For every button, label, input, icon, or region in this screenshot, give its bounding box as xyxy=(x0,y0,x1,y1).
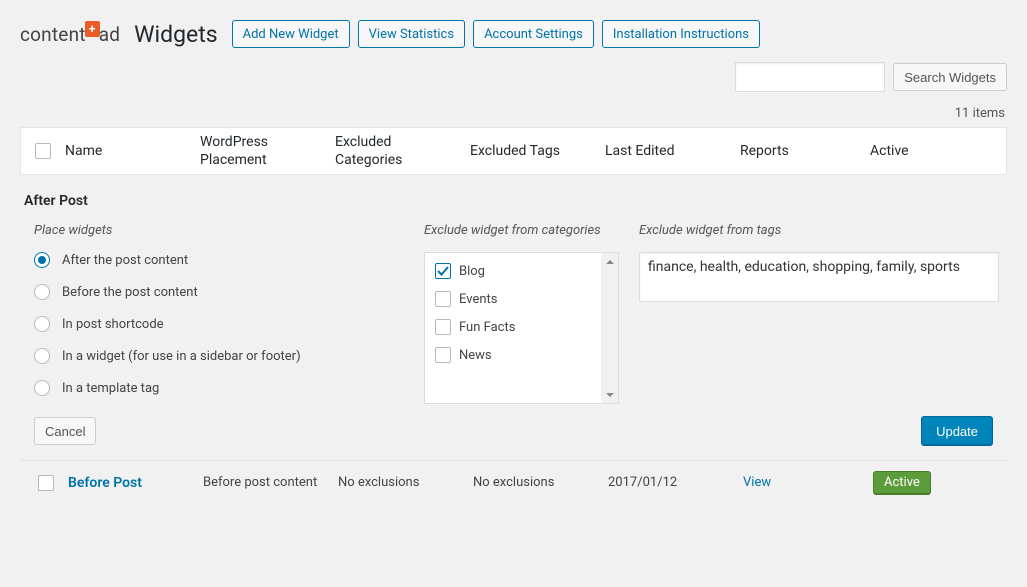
radio-icon xyxy=(34,252,50,268)
exclude-tags-label: Exclude widget from tags xyxy=(639,223,1003,238)
logo-badge-icon: + xyxy=(85,21,100,37)
column-name[interactable]: Name xyxy=(65,143,200,159)
category-item-blog[interactable]: Blog xyxy=(435,263,608,279)
checkbox-icon xyxy=(435,291,451,307)
radio-icon xyxy=(34,348,50,364)
column-placement[interactable]: WordPress Placement xyxy=(200,133,335,169)
scroll-down-icon[interactable] xyxy=(602,386,618,403)
checkbox-icon xyxy=(435,319,451,335)
row-last-edited: 2017/01/12 xyxy=(608,475,743,490)
table-row: Before Post Before post content No exclu… xyxy=(20,460,1007,504)
update-button[interactable]: Update xyxy=(921,416,993,446)
row-excluded-tags: No exclusions xyxy=(473,475,608,490)
placement-option-before[interactable]: Before the post content xyxy=(34,284,424,300)
column-active[interactable]: Active xyxy=(870,143,1006,159)
column-reports[interactable]: Reports xyxy=(740,143,870,159)
radio-icon xyxy=(34,316,50,332)
exclude-tags-input[interactable] xyxy=(639,252,999,302)
search-widgets-button[interactable]: Search Widgets xyxy=(893,63,1007,91)
category-item-funfacts[interactable]: Fun Facts xyxy=(435,319,608,335)
placement-option-shortcode[interactable]: In post shortcode xyxy=(34,316,424,332)
installation-instructions-button[interactable]: Installation Instructions xyxy=(602,20,760,48)
item-count: 11 items xyxy=(955,106,1005,121)
scrollbar[interactable] xyxy=(601,253,618,403)
column-excluded-categories[interactable]: Excluded Categories xyxy=(335,133,470,169)
row-select-checkbox[interactable] xyxy=(38,475,54,491)
page-title: Widgets xyxy=(134,21,217,48)
row-placement: Before post content xyxy=(203,475,338,490)
placement-option-after[interactable]: After the post content xyxy=(34,252,424,268)
cancel-button[interactable]: Cancel xyxy=(34,417,96,445)
logo-prefix: content xyxy=(20,23,86,46)
active-badge[interactable]: Active xyxy=(873,471,931,495)
row-name-link[interactable]: Before Post xyxy=(68,475,142,491)
column-last-edited[interactable]: Last Edited xyxy=(605,143,740,159)
add-new-widget-button[interactable]: Add New Widget xyxy=(232,20,350,48)
radio-icon xyxy=(34,380,50,396)
placement-option-widget[interactable]: In a widget (for use in a sidebar or foo… xyxy=(34,348,424,364)
scroll-up-icon[interactable] xyxy=(602,253,618,270)
place-widgets-label: Place widgets xyxy=(34,223,424,238)
checkbox-icon xyxy=(435,347,451,363)
category-item-events[interactable]: Events xyxy=(435,291,608,307)
categories-listbox[interactable]: Blog Events Fun Facts News xyxy=(424,252,619,404)
radio-icon xyxy=(34,284,50,300)
category-item-news[interactable]: News xyxy=(435,347,608,363)
expanded-widget-title: After Post xyxy=(0,175,1027,217)
row-view-link[interactable]: View xyxy=(743,475,771,490)
view-statistics-button[interactable]: View Statistics xyxy=(358,20,465,48)
row-excluded-categories: No exclusions xyxy=(338,475,473,490)
logo-suffix: ad xyxy=(99,23,120,46)
account-settings-button[interactable]: Account Settings xyxy=(473,20,594,48)
select-all-checkbox[interactable] xyxy=(35,143,51,159)
checkbox-icon xyxy=(435,263,451,279)
search-input[interactable] xyxy=(735,62,885,92)
exclude-categories-label: Exclude widget from categories xyxy=(424,223,619,238)
table-header-row: Name WordPress Placement Excluded Catego… xyxy=(20,127,1007,175)
brand-logo: content + ad xyxy=(20,23,120,46)
placement-option-template[interactable]: In a template tag xyxy=(34,380,424,396)
column-excluded-tags[interactable]: Excluded Tags xyxy=(470,143,605,159)
